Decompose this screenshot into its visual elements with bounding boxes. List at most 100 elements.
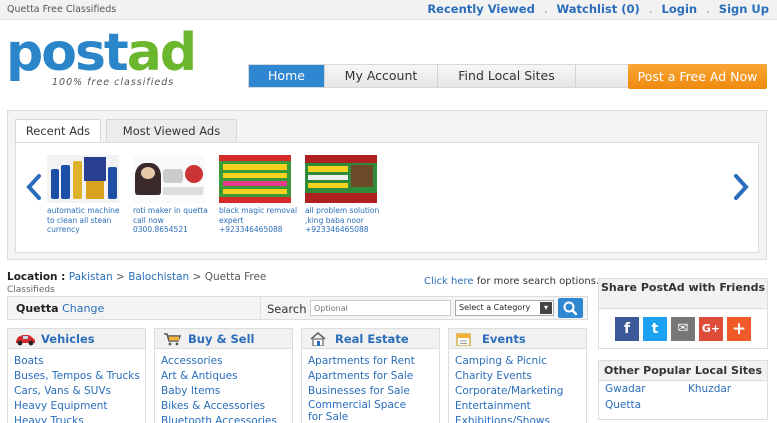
breadcrumb-pakistan[interactable]: Pakistan [69,271,113,283]
nav-find-local-sites[interactable]: Find Local Sites [438,65,576,87]
popular-site-link[interactable]: Gwadar [605,383,646,395]
separator: . [648,2,653,16]
category-list: Camping & Picnic Charity Events Corporat… [449,349,586,423]
search-button[interactable] [558,298,583,318]
ad-item[interactable]: roti maker in quetta call now 0300.86545… [133,155,213,235]
email-icon[interactable]: ✉ [671,317,695,341]
recently-viewed-link[interactable]: Recently Viewed [427,2,535,16]
list-item[interactable]: Heavy Equipment [14,399,145,414]
ad-thumbnail[interactable] [219,155,291,203]
breadcrumb-current: Quetta Free [204,271,267,283]
tab-recent-ads[interactable]: Recent Ads [15,119,101,143]
category-title[interactable]: Real Estate [335,332,409,346]
click-here-link[interactable]: Click here [424,276,474,287]
chevron-right-icon[interactable] [732,173,750,209]
list-item[interactable]: Exhibitions/Shows [455,414,586,423]
plus-icon[interactable]: + [727,317,751,341]
watchlist-link[interactable]: Watchlist (0) [557,2,640,16]
category-real-estate: Real Estate Apartments for Rent Apartmen… [301,328,440,423]
nav-home[interactable]: Home [249,65,325,87]
list-item[interactable]: Buses, Tempos & Trucks [14,369,145,384]
list-item[interactable]: Baby Items [161,384,292,399]
list-item[interactable]: Entertainment [455,399,586,414]
list-item[interactable]: Apartments for Rent [308,354,439,369]
list-item[interactable]: Accessories [161,354,292,369]
list-item[interactable]: Cars, Vans & SUVs [14,384,145,399]
category-list: Apartments for Rent Apartments for Sale … [302,349,439,423]
breadcrumb-arrow: > [116,271,125,283]
ad-caption[interactable]: black magic removal expert +923346465088 [219,206,299,235]
category-vehicles: Vehicles Boats Buses, Tempos & Trucks Ca… [7,328,146,423]
category-list: Accessories Art & Antiques Baby Items Bi… [155,349,292,423]
list-item[interactable]: Commercial Space for Sale [308,399,420,423]
facebook-icon[interactable]: f [615,317,639,341]
car-icon [16,335,35,346]
logo-tagline: 100% free classifieds [52,77,175,88]
postad-logo[interactable]: postad 100% free classifieds [6,24,197,92]
category-title[interactable]: Vehicles [41,332,95,346]
ad-thumbnail[interactable] [305,155,377,203]
twitter-icon[interactable]: t [643,317,667,341]
share-title: Share PostAd with Friends [599,279,767,309]
category-header[interactable]: Events [449,329,586,349]
breadcrumb-balochistan[interactable]: Balochistan [128,271,189,283]
share-box: Share PostAd with Friends f t ✉ G+ + [598,278,768,349]
list-item[interactable]: Heavy Trucks [14,414,145,423]
logo-wordmark: postad [6,23,197,83]
site-name: Quetta Free Classifieds [7,4,117,15]
list-item[interactable]: Camping & Picnic [455,354,586,369]
search-input[interactable] [310,300,451,316]
popular-site-link[interactable]: Khuzdar [688,383,731,395]
category-buy-sell: Buy & Sell Accessories Art & Antiques Ba… [154,328,293,423]
ad-caption[interactable]: roti maker in quetta call now 0300.86545… [133,206,213,235]
ad-item[interactable]: all problem solution ,king baba noor +92… [305,155,385,235]
post-free-ad-button[interactable]: Post a Free Ad Now [628,64,767,89]
search-label: Search [267,302,307,316]
ad-item[interactable]: automatic machine to clean all stean cur… [47,155,127,235]
current-city: Quetta Change [16,302,104,315]
list-item[interactable]: Businesses for Sale [308,384,439,399]
ads-carousel: automatic machine to clean all stean cur… [15,142,759,253]
category-header[interactable]: Vehicles [8,329,145,349]
top-bar: Quetta Free Classifieds Recently Viewed … [0,0,777,20]
location-label: Location : [7,271,66,283]
tab-most-viewed-ads[interactable]: Most Viewed Ads [106,119,237,143]
category-title[interactable]: Buy & Sell [188,332,254,346]
popular-title: Other Popular Local Sites [599,361,767,381]
ad-caption[interactable]: all problem solution ,king baba noor +92… [305,206,385,235]
list-item[interactable]: Bluetooth Accessories [161,414,292,423]
logo-part-ad: ad [126,23,197,83]
calendar-icon [456,333,471,346]
chevron-left-icon[interactable] [25,173,43,209]
signup-link[interactable]: Sign Up [719,2,769,16]
list-item[interactable]: Boats [14,354,145,369]
ad-item[interactable]: black magic removal expert +923346465088 [219,155,299,235]
category-header[interactable]: Buy & Sell [155,329,292,349]
list-item[interactable]: Charity Events [455,369,586,384]
category-title[interactable]: Events [482,332,526,346]
more-search-text: for more search options. [476,276,600,287]
watchlist-count: (0) [621,2,640,16]
list-item[interactable]: Corporate/Marketing [455,384,586,399]
login-link[interactable]: Login [662,2,698,16]
category-select[interactable]: Select a Category ▾ [455,300,554,316]
logo-part-post: post [6,23,129,83]
nav-my-account[interactable]: My Account [325,65,438,87]
popular-sites-box: Other Popular Local Sites Gwadar Khuzdar… [598,360,768,420]
breadcrumb-current-sub: Classifieds [7,285,55,295]
chevron-down-icon: ▾ [540,302,552,314]
divider [260,297,261,319]
list-item[interactable]: Apartments for Sale [308,369,439,384]
top-links: Recently Viewed . Watchlist (0) . Login … [427,2,769,16]
category-list: Boats Buses, Tempos & Trucks Cars, Vans … [8,349,145,423]
ad-caption[interactable]: automatic machine to clean all stean cur… [47,206,127,235]
google-plus-icon[interactable]: G+ [699,317,723,341]
list-item[interactable]: Art & Antiques [161,369,292,384]
change-city-link[interactable]: Change [62,302,104,315]
ad-thumbnail[interactable] [47,155,119,203]
category-header[interactable]: Real Estate [302,329,439,349]
list-item[interactable]: Bikes & Accessories [161,399,292,414]
ad-thumbnail[interactable] [133,155,205,203]
popular-site-link[interactable]: Quetta [605,399,641,411]
separator: . [706,2,710,16]
